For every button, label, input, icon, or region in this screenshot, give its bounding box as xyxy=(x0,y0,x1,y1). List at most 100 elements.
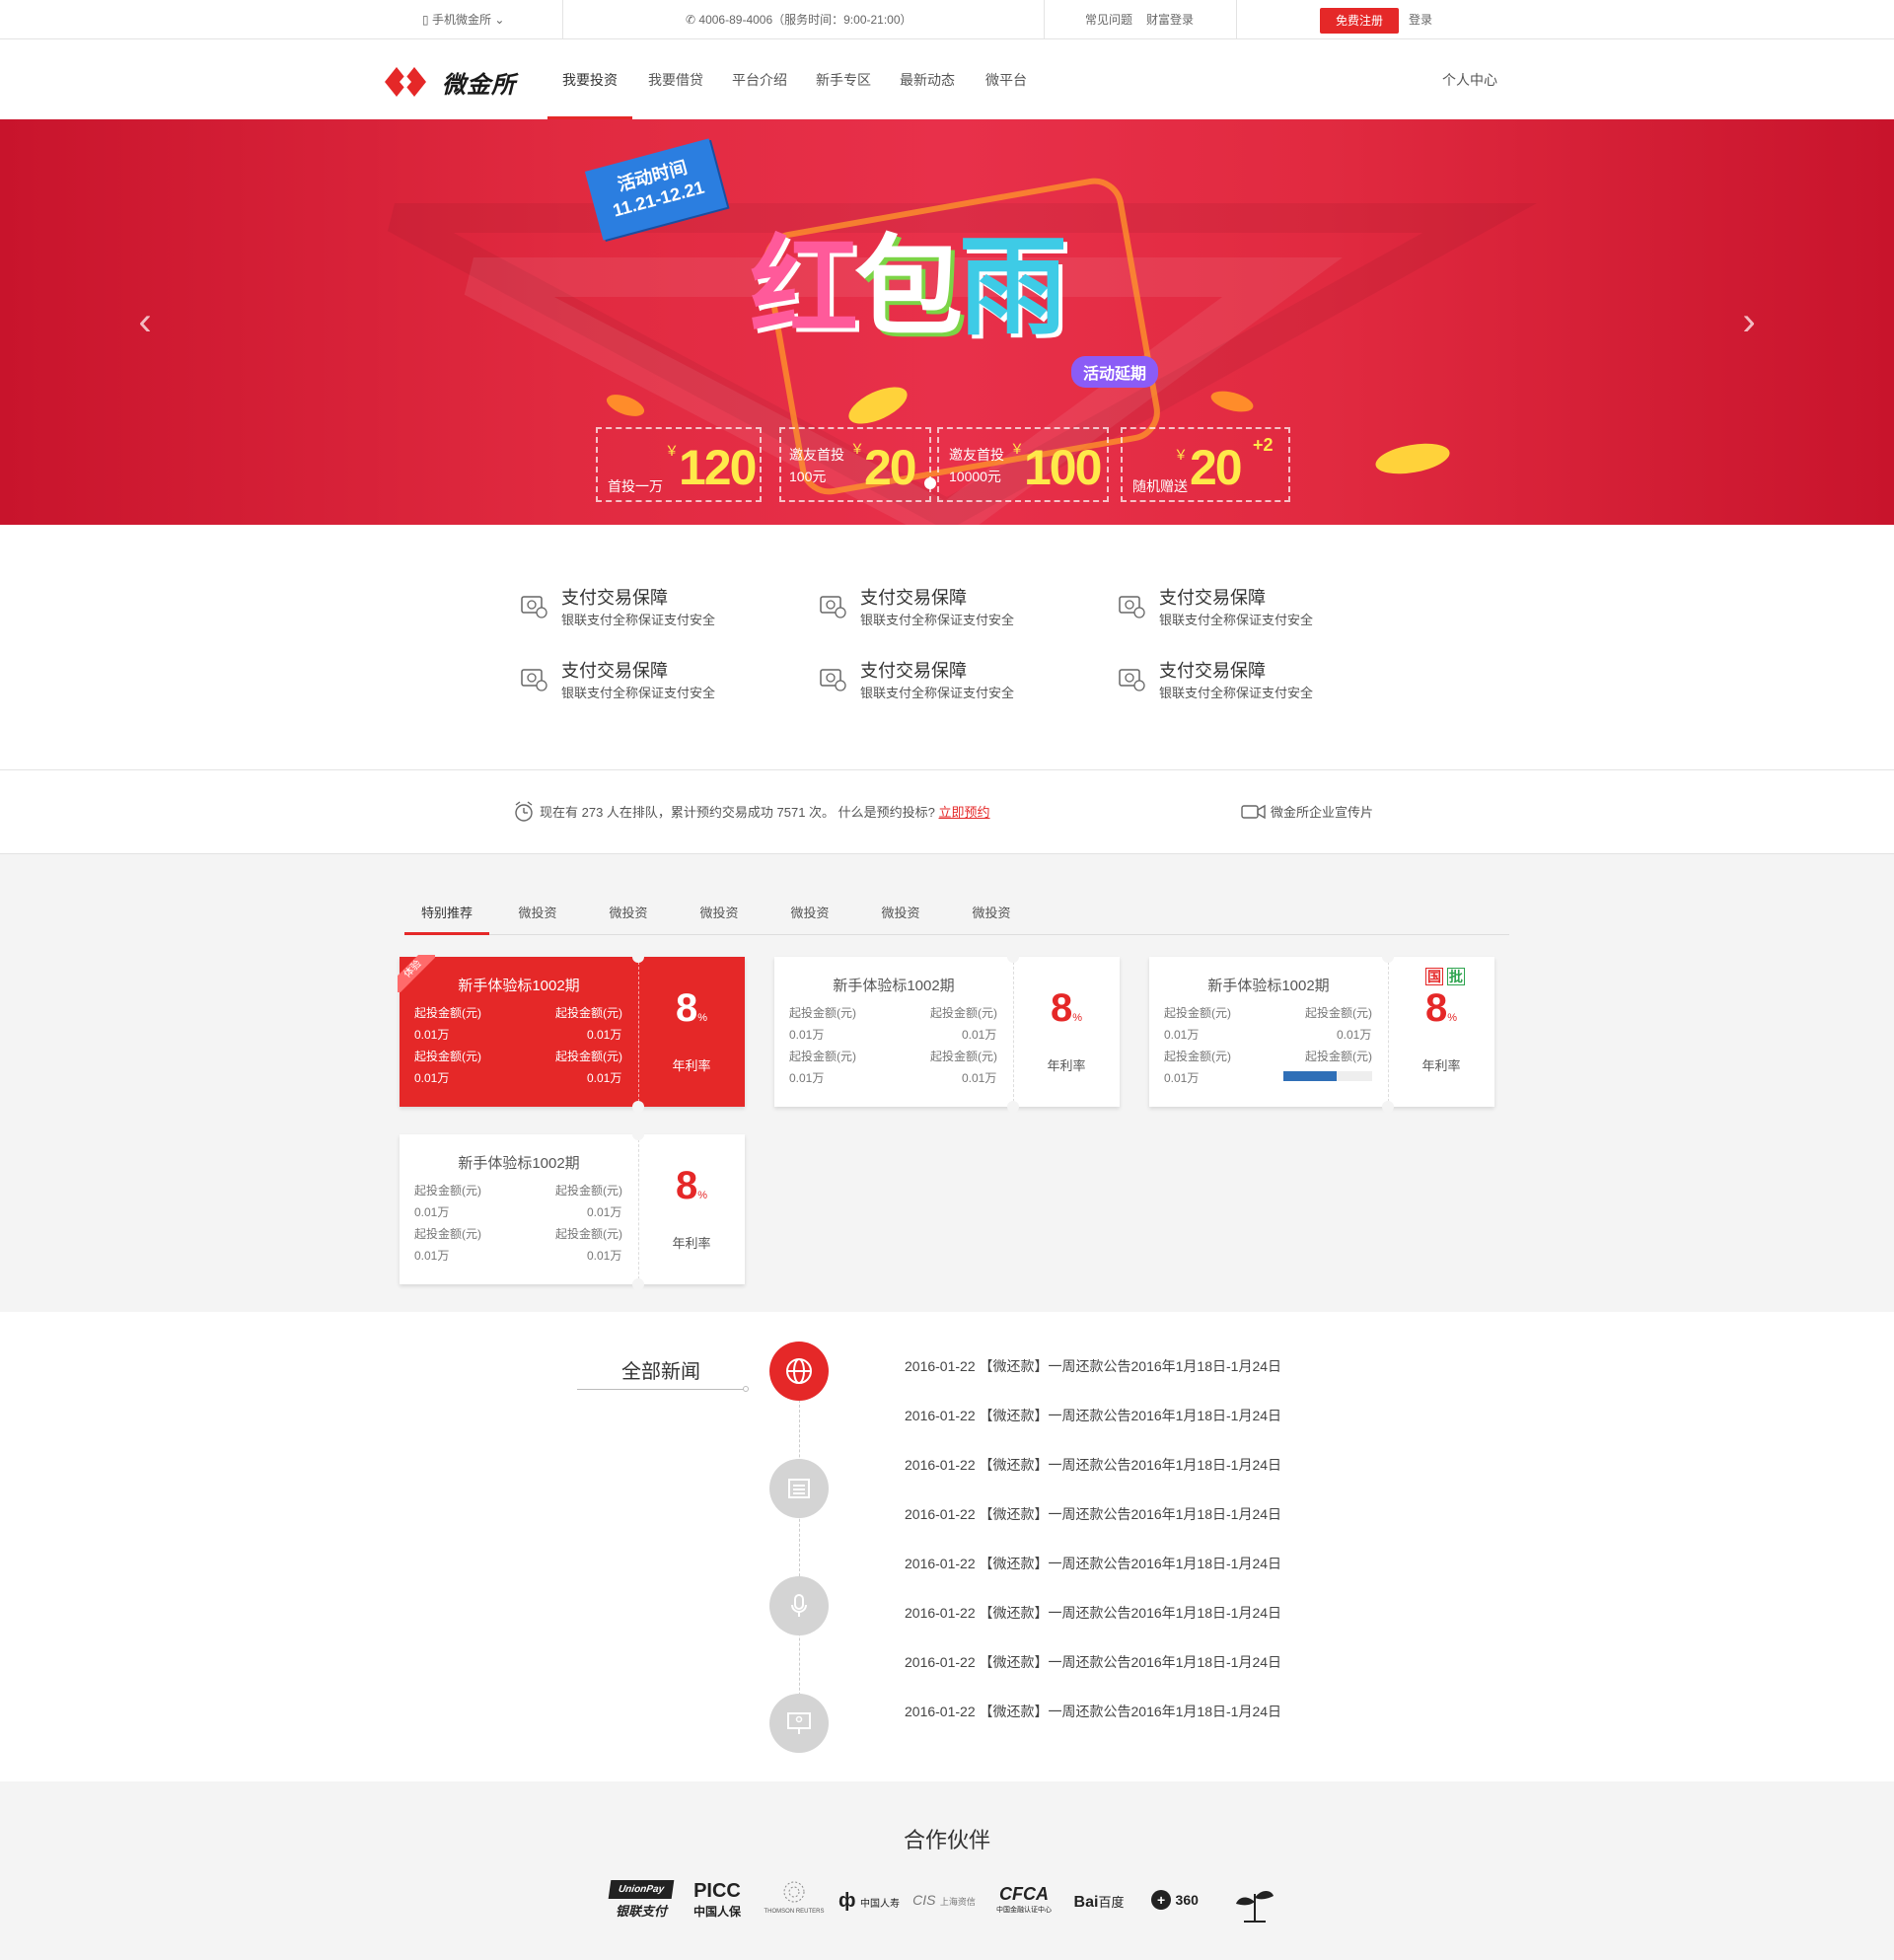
reserve-now-link[interactable]: 立即预约 xyxy=(939,805,990,820)
banner-prev-arrow[interactable]: ‹ xyxy=(130,302,160,341)
nav-platform[interactable]: 平台介绍 xyxy=(725,40,794,119)
partner-logo-sub: 银联支付 xyxy=(615,1904,667,1919)
product-card[interactable]: 新手体验标1002期 起投金额(元) 起投金额(元) 0.01万 0.01万 起… xyxy=(1149,951,1494,1113)
nav-borrow[interactable]: 我要借贷 xyxy=(641,40,710,119)
queue-text: 现在有 273 人在排队，累计预约交易成功 7571 次。 什么是预约投标? 立… xyxy=(540,770,990,855)
min-invest-label: 起投金额(元) xyxy=(414,1184,481,1198)
mobile-label: 手机微金所 xyxy=(431,13,491,27)
min-invest-value: 0.01万 xyxy=(587,1205,622,1219)
leaf-icon xyxy=(1375,443,1450,474)
newspaper-icon[interactable] xyxy=(769,1459,829,1518)
features-section: 支付交易保障 银联支付全称保证支付安全 支付交易保障 银联支付全称保证支付安全 … xyxy=(0,525,1894,769)
product-card[interactable]: 体验 新手体验标1002期 起投金额(元) 起投金额(元) 0.01万 0.01… xyxy=(398,951,745,1113)
globe-icon[interactable] xyxy=(769,1342,829,1401)
partner-logo-sub: 中国人寿 xyxy=(859,1899,900,1910)
tab-micro-invest[interactable]: 微投资 xyxy=(594,892,663,935)
wealth-login-link[interactable]: 财富登录 xyxy=(1146,0,1194,39)
news-item[interactable]: 2016-01-22 【微还款】一周还款公告2016年1月18日-1月24日 xyxy=(905,1504,1281,1524)
min-invest-value: 0.01万 xyxy=(1337,1028,1372,1042)
payment-security-icon xyxy=(521,669,547,691)
min-invest-value: 0.01万 xyxy=(1164,1028,1200,1042)
mobile-app-link[interactable]: ▯ 手机微金所 ⌄ xyxy=(422,0,504,39)
tab-micro-invest[interactable]: 微投资 xyxy=(957,892,1026,935)
alarm-clock-icon xyxy=(515,801,533,822)
payment-security-icon xyxy=(820,596,846,618)
min-invest-label: 起投金额(元) xyxy=(555,1227,622,1241)
news-item[interactable]: 2016-01-22 【微还款】一周还款公告2016年1月18日-1月24日 xyxy=(905,1603,1281,1623)
service-phone: ✆ 4006-89-4006（服务时间：9:00-21:00） xyxy=(686,0,912,39)
partner-logo-cfca[interactable]: CFCA 中国金融认证中心 xyxy=(994,1880,1054,1929)
faq-link[interactable]: 常见问题 xyxy=(1085,0,1132,39)
min-invest-value: 0.01万 xyxy=(789,1071,825,1085)
partner-logo-unionpay[interactable]: UnionPay 银联支付 xyxy=(608,1880,675,1929)
news-heading[interactable]: 全部新闻 xyxy=(577,1355,745,1384)
partners-section: 合作伙伴 UnionPay 银联支付 PICC 中国人保 THOMSON REU… xyxy=(0,1781,1894,1960)
site-logo[interactable]: 微金所 xyxy=(385,64,516,100)
leaf-icon xyxy=(848,387,908,424)
coupon-2-label2: 100元 xyxy=(789,469,827,484)
nav-weplatform[interactable]: 微平台 xyxy=(977,40,1036,119)
login-link[interactable]: 登录 xyxy=(1409,0,1432,39)
product-card[interactable]: 新手体验标1002期 起投金额(元) 起投金额(元) 0.01万 0.01万 起… xyxy=(774,951,1120,1113)
promo-video-link[interactable]: 微金所企业宣传片 xyxy=(1271,770,1373,855)
banner-title: 红包雨 xyxy=(750,198,1067,356)
partner-logo-thomson-reuters[interactable]: THOMSON REUTERS xyxy=(760,1880,829,1929)
nav-news[interactable]: 最新动态 xyxy=(893,40,962,119)
coupon-4-label: 随机赠送 xyxy=(1132,478,1188,494)
presentation-icon[interactable] xyxy=(769,1694,829,1753)
feature-sub: 银联支付全称保证支付安全 xyxy=(561,686,716,700)
partner-logo-cis[interactable]: CIS 上海资信 xyxy=(912,1880,976,1929)
coupon-1-amount: 120 xyxy=(679,440,757,495)
payment-security-icon xyxy=(521,596,547,618)
feature-title: 支付交易保障 xyxy=(860,588,967,608)
nav-user-center[interactable]: 个人中心 xyxy=(1430,40,1509,119)
top-utility-bar: ▯ 手机微金所 ⌄ ✆ 4006-89-4006（服务时间：9:00-21:00… xyxy=(0,0,1894,39)
partner-logo-360[interactable]: + 360 xyxy=(1144,1880,1205,1929)
nav-invest[interactable]: 我要投资 xyxy=(547,40,632,119)
microphone-icon[interactable] xyxy=(769,1576,829,1635)
feature-title: 支付交易保障 xyxy=(561,661,668,681)
news-item[interactable]: 2016-01-22 【微还款】一周还款公告2016年1月18日-1月24日 xyxy=(905,1554,1281,1573)
rate-value: 8 xyxy=(1050,986,1073,1030)
news-item[interactable]: 2016-01-22 【微还款】一周还款公告2016年1月18日-1月24日 xyxy=(905,1455,1281,1475)
partner-logo-sprout[interactable] xyxy=(1229,1880,1280,1929)
phone-device-icon: ▯ xyxy=(422,13,429,27)
banner-next-arrow[interactable]: › xyxy=(1734,302,1764,341)
news-item[interactable]: 2016-01-22 【微还款】一周还款公告2016年1月18日-1月24日 xyxy=(905,1406,1281,1425)
news-item[interactable]: 2016-01-22 【微还款】一周还款公告2016年1月18日-1月24日 xyxy=(905,1702,1281,1721)
coupon-1: 首投一万 ￥ 120 xyxy=(596,427,762,502)
tab-micro-invest[interactable]: 微投资 xyxy=(866,892,935,935)
coupon-2-label: 邀友首投 xyxy=(789,447,844,463)
coupon-3-amount: 100 xyxy=(1024,440,1102,495)
extended-badge: 活动延期 xyxy=(1071,356,1159,388)
partner-logo-sub: 中国人保 xyxy=(692,1905,741,1919)
news-item[interactable]: 2016-01-22 【微还款】一周还款公告2016年1月18日-1月24日 xyxy=(905,1652,1281,1672)
register-button[interactable]: 免费注册 xyxy=(1320,8,1400,34)
tab-micro-invest[interactable]: 微投资 xyxy=(685,892,754,935)
feature-item: 支付交易保障 银联支付全称保证支付安全 xyxy=(1118,657,1364,706)
funding-progress-bar xyxy=(1283,1071,1372,1081)
news-item[interactable]: 2016-01-22 【微还款】一周还款公告2016年1月18日-1月24日 xyxy=(905,1356,1281,1376)
min-invest-label: 起投金额(元) xyxy=(1164,1006,1231,1020)
min-invest-label: 起投金额(元) xyxy=(789,1006,856,1020)
partner-logo-china-life[interactable]: ф 中国人寿 xyxy=(838,1880,900,1929)
annual-rate-label: 年利率 xyxy=(672,1058,711,1073)
coupon-4-amount: 20 xyxy=(1190,440,1243,495)
tab-micro-invest[interactable]: 微投资 xyxy=(775,892,844,935)
partner-logo-baidu[interactable]: Bai百度 xyxy=(1067,1880,1130,1929)
min-invest-label: 起投金额(元) xyxy=(930,1050,997,1063)
feature-sub: 银联支付全称保证支付安全 xyxy=(1159,686,1314,700)
min-invest-value: 0.01万 xyxy=(414,1071,450,1085)
tab-micro-invest[interactable]: 微投资 xyxy=(503,892,572,935)
nav-newbie[interactable]: 新手专区 xyxy=(809,40,878,119)
hero-banner[interactable]: ‹ › 活动时间 11.21-12.21 红包雨 活动延期 首投一万 ￥ 120… xyxy=(0,119,1894,525)
min-invest-value: 0.01万 xyxy=(587,1249,622,1263)
coupon-4: 随机赠送 ￥ 20 +2 xyxy=(1121,427,1290,502)
partner-logo-picc[interactable]: PICC 中国人保 xyxy=(685,1880,750,1929)
product-card[interactable]: 新手体验标1002期 起投金额(元) 起投金额(元) 0.01万 0.01万 起… xyxy=(400,1128,745,1290)
payment-security-icon xyxy=(1119,596,1145,618)
tab-featured[interactable]: 特别推荐 xyxy=(404,892,489,935)
partner-logo-main: CIS xyxy=(912,1892,936,1908)
carousel-dot[interactable] xyxy=(924,477,936,489)
service-phone-text: 4006-89-4006（服务时间：9:00-21:00） xyxy=(698,13,912,27)
